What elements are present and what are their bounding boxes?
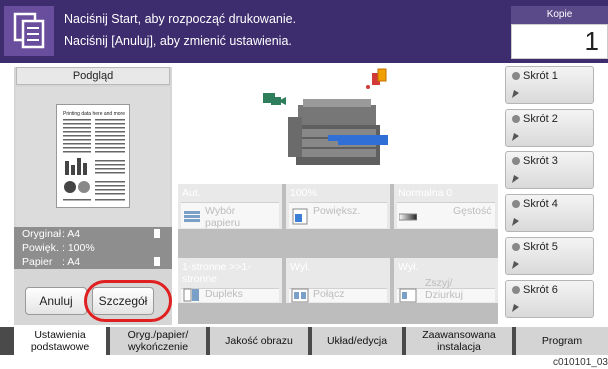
paper-select-icon: [184, 211, 200, 222]
preview-page-thumbnail: Printing data here and more: [56, 104, 130, 208]
original-value: A4: [67, 228, 81, 240]
zoom-info: Powięk. : 100%: [14, 241, 172, 255]
tab-advanced-setup[interactable]: Zaawansowana instalacja: [406, 327, 512, 355]
status-dot: [512, 286, 520, 294]
duplex-label: Dupleks: [205, 288, 243, 300]
tab-original-paper-label: Oryg./papier/ wykończenie: [127, 329, 189, 353]
shortcut-icon: [512, 133, 519, 141]
tab-advanced-setup-label: Zaawansowana instalacja: [422, 329, 496, 353]
copies-value[interactable]: 1: [511, 24, 608, 59]
figure-code: c010101_03: [552, 357, 608, 368]
paper-select-value: Aut.: [182, 187, 201, 199]
combine-icon: [291, 288, 309, 303]
printer-status-area: [178, 67, 498, 184]
status-dot: [512, 157, 520, 165]
shortcut-icon: [512, 90, 519, 98]
duplex-button[interactable]: Dupleks: [181, 288, 279, 302]
paper-label: Papier: [22, 256, 53, 268]
combine-label: Połącz: [313, 288, 345, 300]
document-icon: [154, 229, 160, 238]
tab-basic-settings-label: Ustawienia podstawowe: [30, 329, 90, 353]
status-dot: [512, 115, 520, 123]
paper-info: Papier : A4: [14, 255, 172, 269]
shortcut-3-label: Skrót 3: [523, 155, 558, 167]
tab-image-quality-label: Jakość obrazu: [225, 335, 293, 347]
status-dot: [512, 200, 520, 208]
shortcut-6-label: Skrót 6: [523, 284, 558, 296]
preview-title[interactable]: Podgląd: [16, 67, 170, 85]
zoom-cell-value: 100%: [290, 187, 317, 199]
copies-label: Kopie: [511, 6, 608, 24]
copies-counter[interactable]: Kopie 1: [511, 6, 608, 59]
staple-icon: [399, 288, 417, 303]
tab-layout-edit[interactable]: Układ/edycja: [312, 327, 402, 355]
shortcut-5-label: Skrót 5: [523, 241, 558, 253]
zoom-button[interactable]: Powiększ.: [289, 202, 387, 228]
tab-program[interactable]: Program: [516, 327, 608, 355]
paper-value: A4: [67, 256, 81, 268]
original-size-info: Oryginał : A4: [14, 227, 172, 241]
tab-basic-settings[interactable]: Ustawienia podstawowe: [14, 327, 106, 355]
shortcut-4-label: Skrót 4: [523, 198, 558, 210]
shortcut-1-button[interactable]: Skrót 1: [505, 66, 594, 104]
shortcut-5-button[interactable]: Skrót 5: [505, 237, 594, 275]
staple-button[interactable]: Zszyj/ Dziurkuj: [397, 277, 495, 303]
density-value: Normalna 0: [398, 187, 453, 199]
status-dot: [512, 243, 520, 251]
shortcut-4-button[interactable]: Skrót 4: [505, 194, 594, 232]
paper-select-cell[interactable]: Aut. Wybór papieru: [178, 184, 282, 229]
zoom-label-text: Powiększ.: [313, 205, 361, 217]
output-tray-icon: [263, 93, 286, 105]
shortcut-icon: [512, 218, 519, 226]
tab-layout-edit-label: Układ/edycja: [326, 335, 388, 347]
copy-icon: [4, 6, 54, 56]
density-icon: [399, 213, 417, 221]
message-header: Naciśnij Start, aby rozpocząć drukowanie…: [0, 0, 608, 63]
shortcut-1-label: Skrót 1: [523, 70, 558, 82]
combine-cell[interactable]: Wył. Połącz: [286, 258, 390, 303]
shortcut-2-button[interactable]: Skrót 2: [505, 109, 594, 147]
instruction-line-2: Naciśnij [Anuluj], aby zmienić ustawieni…: [64, 34, 292, 48]
highlight-oval: [84, 280, 172, 322]
duplex-value: 1-stronne >>1-stronne: [182, 261, 251, 285]
status-dot: [512, 72, 520, 80]
density-label: Gęstość: [453, 205, 492, 217]
paper-select-button[interactable]: Wybór papieru: [181, 202, 279, 229]
toner-icon: [366, 68, 387, 89]
combine-button[interactable]: Połącz: [289, 288, 387, 303]
preview-area: Printing data here and more: [16, 87, 170, 227]
printer-illustration: [263, 68, 388, 165]
original-label: Oryginał: [22, 228, 62, 240]
zoom-icon: [292, 208, 308, 225]
combine-value: Wył.: [290, 261, 311, 273]
shortcut-icon: [512, 175, 519, 183]
shortcut-icon: [512, 261, 519, 269]
duplex-icon: [183, 288, 199, 302]
shortcut-3-button[interactable]: Skrót 3: [505, 151, 594, 189]
duplex-cell[interactable]: 1-stronne >>1-stronne Dupleks: [178, 258, 282, 303]
zoom-label: Powięk.: [22, 242, 59, 254]
tab-original-paper[interactable]: Oryg./papier/ wykończenie: [110, 327, 206, 355]
shortcut-6-button[interactable]: Skrót 6: [505, 280, 594, 318]
shortcut-2-label: Skrót 2: [523, 113, 558, 125]
density-cell[interactable]: Normalna 0 Gęstość: [394, 184, 498, 229]
staple-label: Zszyj/ Dziurkuj: [425, 277, 463, 301]
paper-document-icon: [154, 257, 160, 266]
staple-cell[interactable]: Wył. Zszyj/ Dziurkuj: [394, 258, 498, 303]
tab-image-quality[interactable]: Jakość obrazu: [210, 327, 308, 355]
preview-page-text: Printing data here and more: [63, 111, 125, 117]
tab-program-label: Program: [541, 335, 583, 347]
instruction-line-1: Naciśnij Start, aby rozpocząć drukowanie…: [64, 12, 297, 26]
zoom-cell[interactable]: 100% Powiększ.: [286, 184, 390, 229]
cancel-button[interactable]: Anuluj: [25, 287, 87, 315]
paper-select-label: Wybór papieru: [205, 205, 241, 229]
density-button[interactable]: Gęstość: [397, 202, 495, 228]
staple-value: Wył.: [398, 261, 419, 273]
zoom-value: 100%: [67, 242, 95, 254]
shortcut-icon: [512, 304, 519, 312]
function-grid: Aut. Wybór papieru 100% Powiększ. Normal…: [178, 184, 498, 324]
